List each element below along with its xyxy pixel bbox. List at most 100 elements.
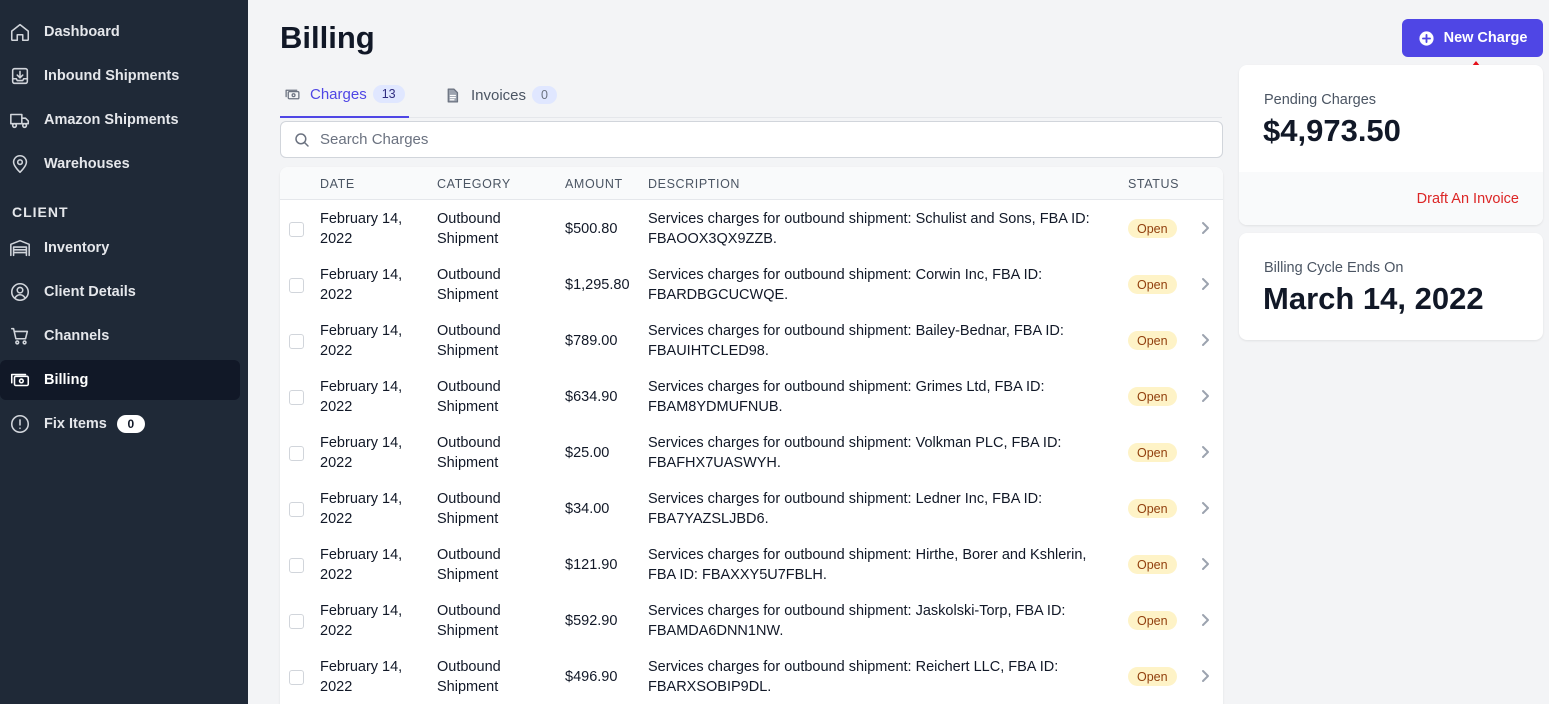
- row-checkbox[interactable]: [289, 502, 304, 517]
- table-header: DATE CATEGORY AMOUNT DESCRIPTION STATUS: [280, 167, 1223, 200]
- charge-description-line: Services charges for outbound shipment: …: [648, 379, 1045, 395]
- sidebar-item-amazon-shipments[interactable]: Amazon Shipments: [0, 100, 240, 140]
- column-header-amount[interactable]: AMOUNT: [565, 177, 623, 191]
- charge-description-line: Services charges for outbound shipment: …: [648, 211, 1090, 227]
- column-header-date[interactable]: DATE: [320, 177, 355, 191]
- chevron-right-icon[interactable]: [1198, 389, 1212, 403]
- charge-amount: $496.90: [565, 669, 618, 685]
- charge-date-line: 2022: [320, 623, 353, 639]
- charge-amount: $634.90: [565, 389, 618, 405]
- charge-amount: $25.00: [565, 445, 610, 461]
- plus-circle-icon: [1418, 30, 1435, 47]
- row-checkbox[interactable]: [289, 334, 304, 349]
- sidebar-item-dashboard[interactable]: Dashboard: [0, 12, 240, 52]
- status-badge: Open: [1128, 387, 1177, 406]
- charge-category-line: Shipment: [437, 287, 499, 303]
- charge-date-line: 2022: [320, 399, 353, 415]
- table-row[interactable]: February 14, 2022 Outbound Shipment $634.90 S…: [280, 368, 1223, 424]
- sidebar-item-billing[interactable]: Billing: [0, 360, 240, 400]
- row-checkbox[interactable]: [289, 278, 304, 293]
- charge-description-line: Services charges for outbound shipment: …: [648, 491, 1043, 507]
- table-row[interactable]: February 14, 2022 Outbound Shipment $789.00 S…: [280, 312, 1223, 368]
- search-input[interactable]: [320, 131, 1180, 148]
- table-row[interactable]: February 14, 2022 Outbound Shipment $496.90 S…: [280, 648, 1223, 704]
- charge-category: Outbound Shipment: [437, 433, 547, 473]
- draft-invoice-link[interactable]: Draft An Invoice: [1417, 191, 1519, 207]
- cash-icon: [284, 86, 301, 103]
- row-checkbox[interactable]: [289, 222, 304, 237]
- fix-items-count-badge: 0: [116, 415, 145, 433]
- status-badge: Open: [1128, 667, 1177, 686]
- charge-date-line: February 14,: [320, 379, 403, 395]
- truck-icon: [8, 108, 32, 132]
- chevron-right-icon[interactable]: [1198, 445, 1212, 459]
- sidebar-item-client-details[interactable]: Client Details: [0, 272, 240, 312]
- charge-category: Outbound Shipment: [437, 489, 547, 529]
- new-charge-button[interactable]: New Charge: [1402, 19, 1543, 57]
- charge-description-line: FBAFHX7UASWYH.: [648, 455, 781, 471]
- table-row[interactable]: February 14, 2022 Outbound Shipment $1,295.8…: [280, 256, 1223, 312]
- table-row[interactable]: February 14, 2022 Outbound Shipment $121.90 S…: [280, 536, 1223, 592]
- charge-description-line: FBA7YAZSLJBD6.: [648, 511, 769, 527]
- sidebar-item-fix-items[interactable]: Fix Items 0: [0, 404, 240, 444]
- charge-date-line: 2022: [320, 511, 353, 527]
- tab-charges[interactable]: Charges 13: [280, 72, 409, 118]
- pending-charges-footer: Draft An Invoice: [1239, 172, 1543, 225]
- charge-category-line: Shipment: [437, 567, 499, 583]
- sidebar-item-label: Amazon Shipments: [44, 112, 179, 128]
- row-checkbox[interactable]: [289, 614, 304, 629]
- charge-category-line: Outbound: [437, 603, 501, 619]
- chevron-right-icon[interactable]: [1198, 501, 1212, 515]
- table-row[interactable]: February 14, 2022 Outbound Shipment $500.80 S…: [280, 200, 1223, 256]
- chevron-right-icon[interactable]: [1198, 333, 1212, 347]
- sidebar-item-label: Warehouses: [44, 156, 130, 172]
- column-header-status[interactable]: STATUS: [1128, 177, 1179, 191]
- tab-count-badge: 0: [532, 86, 557, 104]
- charge-amount: $789.00: [565, 333, 618, 349]
- table-row[interactable]: February 14, 2022 Outbound Shipment $34.00 Se…: [280, 480, 1223, 536]
- charge-date-line: February 14,: [320, 435, 403, 451]
- chevron-right-icon[interactable]: [1198, 557, 1212, 571]
- sidebar-item-label: Dashboard: [44, 24, 120, 40]
- charge-date-line: 2022: [320, 455, 353, 471]
- chevron-right-icon[interactable]: [1198, 277, 1212, 291]
- charge-category-line: Outbound: [437, 435, 501, 451]
- charge-date-line: 2022: [320, 567, 353, 583]
- sidebar-item-channels[interactable]: Channels: [0, 316, 240, 356]
- charge-description: Services charges for outbound shipment: …: [648, 657, 1118, 697]
- sidebar-item-label: Fix Items: [44, 416, 107, 432]
- charge-amount: $500.80: [565, 221, 618, 237]
- table-row[interactable]: February 14, 2022 Outbound Shipment $592.90 S…: [280, 592, 1223, 648]
- row-checkbox[interactable]: [289, 446, 304, 461]
- chevron-right-icon[interactable]: [1198, 221, 1212, 235]
- charge-category: Outbound Shipment: [437, 601, 547, 641]
- charge-description-line: Services charges for outbound shipment: …: [648, 547, 1087, 563]
- charge-category-line: Outbound: [437, 267, 501, 283]
- charge-description: Services charges for outbound shipment: …: [648, 545, 1118, 585]
- charge-category-line: Shipment: [437, 231, 499, 247]
- home-icon: [8, 20, 32, 44]
- sidebar-item-inventory[interactable]: Inventory: [0, 228, 240, 268]
- chevron-right-icon[interactable]: [1198, 613, 1212, 627]
- sidebar-item-warehouses[interactable]: Warehouses: [0, 144, 240, 184]
- tab-invoices[interactable]: Invoices 0: [444, 72, 557, 118]
- row-checkbox[interactable]: [289, 390, 304, 405]
- sidebar-item-inbound-shipments[interactable]: Inbound Shipments: [0, 56, 240, 96]
- charge-category-line: Shipment: [437, 343, 499, 359]
- inbox-download-icon: [8, 64, 32, 88]
- charge-date: February 14, 2022: [320, 321, 430, 361]
- column-header-description[interactable]: DESCRIPTION: [648, 177, 740, 191]
- column-header-category[interactable]: CATEGORY: [437, 177, 511, 191]
- chevron-right-icon[interactable]: [1198, 669, 1212, 683]
- table-row[interactable]: February 14, 2022 Outbound Shipment $25.00 Se…: [280, 424, 1223, 480]
- row-checkbox[interactable]: [289, 670, 304, 685]
- charge-date-line: February 14,: [320, 323, 403, 339]
- charge-category-line: Shipment: [437, 399, 499, 415]
- charge-date: February 14, 2022: [320, 601, 430, 641]
- status-badge: Open: [1128, 331, 1177, 350]
- sidebar-item-label: Client Details: [44, 284, 136, 300]
- charge-description: Services charges for outbound shipment: …: [648, 265, 1118, 305]
- charge-category: Outbound Shipment: [437, 321, 547, 361]
- charge-date-line: February 14,: [320, 659, 403, 675]
- row-checkbox[interactable]: [289, 558, 304, 573]
